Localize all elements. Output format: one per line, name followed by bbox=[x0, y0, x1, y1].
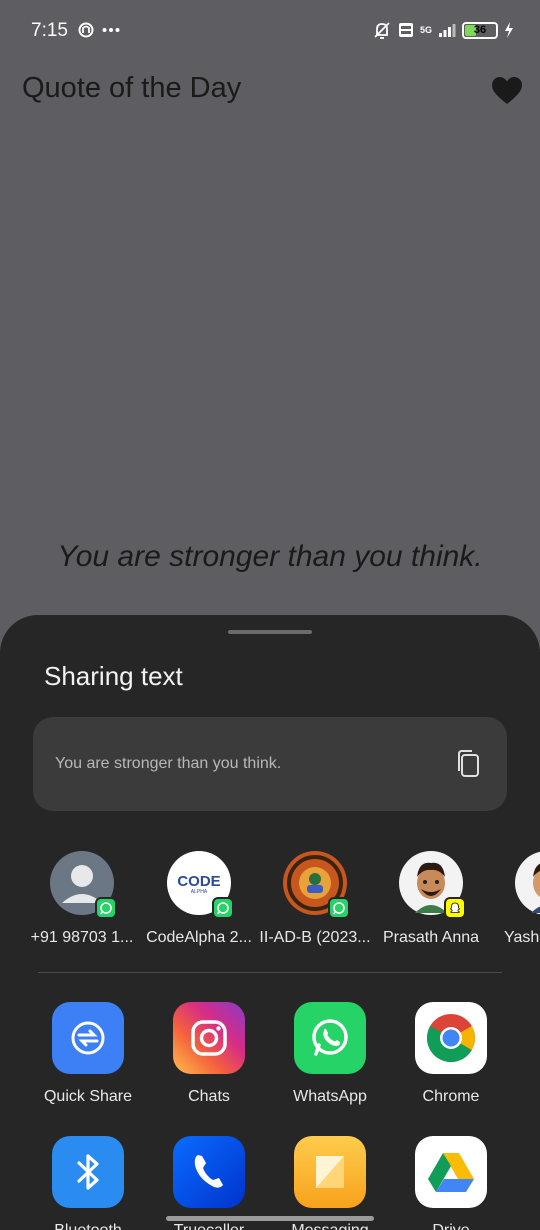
avatar: CODE ALPHA bbox=[167, 851, 234, 919]
snapchat-badge-icon bbox=[444, 897, 466, 919]
share-target-instagram-chats[interactable]: Chats bbox=[149, 1002, 269, 1106]
contact-item[interactable]: Yash bbox=[489, 851, 540, 947]
shared-text-preview: You are stronger than you think. bbox=[33, 717, 507, 811]
whatsapp-badge-icon bbox=[328, 897, 350, 919]
status-bar: 7:15 5G 36 bbox=[0, 0, 540, 62]
preview-text: You are stronger than you think. bbox=[55, 755, 282, 772]
google-drive-icon bbox=[415, 1136, 487, 1208]
more-icon bbox=[102, 28, 120, 32]
quote-text: You are stronger than you think. bbox=[57, 540, 483, 573]
contact-item[interactable]: Prasath Anna bbox=[373, 851, 489, 947]
share-sheet-title: Sharing text bbox=[44, 661, 183, 691]
contact-label: CodeAlpha 2... bbox=[146, 929, 252, 946]
contact-label: Yash bbox=[504, 929, 540, 946]
app-label: Quick Share bbox=[43, 1088, 133, 1105]
whatsapp-icon bbox=[294, 1002, 366, 1074]
contact-item[interactable]: CODE ALPHA CodeAlpha 2... bbox=[141, 851, 257, 947]
drag-handle[interactable] bbox=[228, 630, 312, 634]
whatsapp-badge-icon bbox=[95, 897, 117, 919]
truecaller-icon bbox=[173, 1136, 245, 1208]
copy-icon[interactable] bbox=[455, 749, 481, 779]
contact-label: Prasath Anna bbox=[382, 929, 480, 946]
bluetooth-icon bbox=[52, 1136, 124, 1208]
avatar-subtext: ALPHA bbox=[190, 889, 208, 895]
share-target-drive[interactable]: Drive bbox=[391, 1136, 511, 1230]
instagram-icon bbox=[173, 1002, 245, 1074]
favorite-heart-icon[interactable] bbox=[491, 76, 523, 106]
status-time: 7:15 bbox=[31, 20, 68, 41]
app-label: Truecaller bbox=[149, 1222, 269, 1230]
contact-label: II-AD-B (2023... bbox=[259, 929, 371, 946]
avatar-text: CODE bbox=[177, 873, 221, 890]
chrome-icon bbox=[415, 1002, 487, 1074]
signal-icon bbox=[439, 24, 456, 37]
avatar bbox=[50, 851, 117, 919]
mute-bell-icon bbox=[374, 22, 390, 39]
home-indicator[interactable] bbox=[166, 1216, 374, 1221]
share-sheet: Sharing text You are stronger than you t… bbox=[0, 615, 540, 1230]
messaging-icon bbox=[294, 1136, 366, 1208]
quick-share-icon bbox=[52, 1002, 124, 1074]
whatsapp-badge-icon bbox=[212, 897, 234, 919]
contact-item[interactable]: +91 98703 1... bbox=[24, 851, 140, 947]
battery-level: 36 bbox=[473, 23, 487, 36]
share-target-quick-share[interactable]: Quick Share bbox=[28, 1002, 148, 1106]
app-label: Chrome bbox=[422, 1088, 480, 1105]
battery-icon: 36 bbox=[462, 21, 498, 39]
share-target-whatsapp[interactable]: WhatsApp bbox=[270, 1002, 390, 1106]
share-target-chrome[interactable]: Chrome bbox=[391, 1002, 511, 1106]
avatar bbox=[283, 851, 350, 919]
divider bbox=[38, 972, 502, 973]
page-title: Quote of the Day bbox=[22, 72, 242, 104]
app-label: Messaging bbox=[270, 1222, 390, 1230]
notification-icons bbox=[78, 22, 120, 38]
avatar bbox=[515, 851, 540, 915]
app-notification-icon bbox=[78, 22, 94, 38]
direct-share-contacts: +91 98703 1... CODE ALPHA CodeAlpha 2... bbox=[0, 851, 540, 951]
app-label: Chats bbox=[188, 1088, 230, 1105]
charging-icon bbox=[505, 22, 513, 38]
app-label: Drive bbox=[391, 1222, 511, 1230]
volte-icon bbox=[398, 23, 413, 37]
contact-item[interactable]: II-AD-B (2023... bbox=[257, 851, 373, 947]
avatar bbox=[399, 851, 466, 919]
network-type: 5G bbox=[419, 24, 432, 35]
app-label: WhatsApp bbox=[293, 1088, 367, 1105]
app-label: Bluetooth bbox=[28, 1222, 148, 1230]
contact-label: +91 98703 1... bbox=[30, 929, 134, 946]
share-target-bluetooth[interactable]: Bluetooth bbox=[28, 1136, 148, 1230]
bitmoji-avatar-icon bbox=[531, 863, 540, 913]
